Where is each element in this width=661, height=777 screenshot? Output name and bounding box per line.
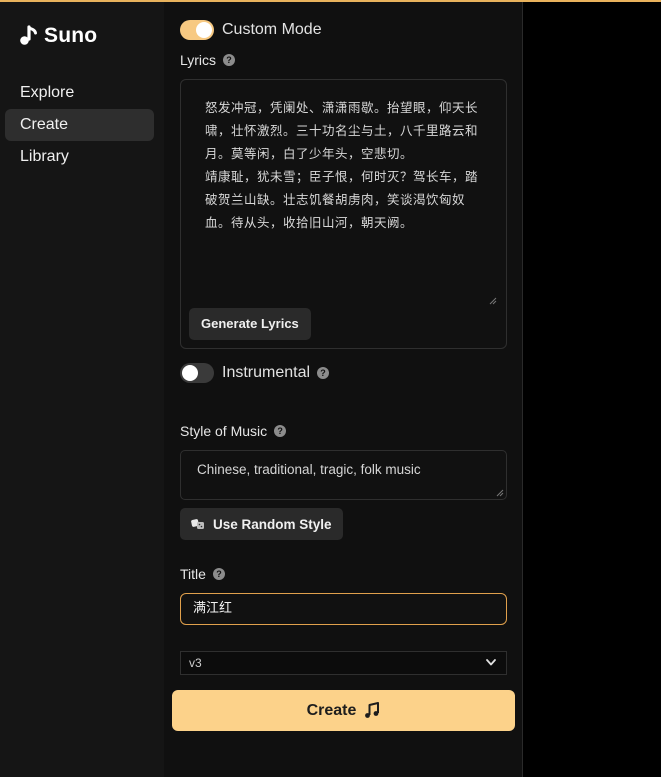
lyrics-text[interactable]: 怒发冲冠，凭阑处、潇潇雨歇。抬望眼，仰天长啸，壮怀激烈。三十功名尘与土，八千里路… xyxy=(205,96,481,234)
model-version-select[interactable]: v3 xyxy=(180,651,507,675)
toggle-knob xyxy=(196,22,212,38)
brand-name: Suno xyxy=(44,24,98,47)
help-icon[interactable]: ? xyxy=(212,568,225,580)
sidebar-item-library[interactable]: Library xyxy=(5,141,154,173)
suno-logo-icon xyxy=(20,25,37,45)
create-button-label: Create xyxy=(306,701,357,719)
custom-mode-toggle[interactable] xyxy=(180,20,214,40)
use-random-style-button[interactable]: Use Random Style xyxy=(180,508,343,540)
resize-handle-icon[interactable] xyxy=(496,489,504,497)
model-version-value: v3 xyxy=(189,656,202,670)
resize-handle-icon[interactable] xyxy=(489,297,497,305)
create-button[interactable]: Create xyxy=(172,690,515,731)
sidebar-item-explore[interactable]: Explore xyxy=(5,77,154,109)
use-random-style-label: Use Random Style xyxy=(213,516,332,532)
sidebar-nav: Explore Create Library xyxy=(5,77,154,173)
lyrics-textarea[interactable]: 怒发冲冠，凭阑处、潇潇雨歇。抬望眼，仰天长啸，壮怀激烈。三十功名尘与土，八千里路… xyxy=(180,79,507,349)
dice-icon xyxy=(191,519,204,529)
help-icon[interactable]: ? xyxy=(317,367,330,379)
help-icon[interactable]: ? xyxy=(274,425,287,437)
title-input[interactable]: 满江红 xyxy=(180,593,507,625)
help-icon[interactable]: ? xyxy=(223,54,236,66)
generate-lyrics-button[interactable]: Generate Lyrics xyxy=(189,308,311,340)
style-label-wrap: Style of Music ? xyxy=(180,423,287,439)
instrumental-label-wrap: Instrumental ? xyxy=(222,364,330,382)
style-input-value[interactable]: Chinese, traditional, tragic, folk music xyxy=(197,462,421,477)
lyrics-label: Lyrics xyxy=(180,52,217,68)
custom-mode-label-wrap: Custom Mode xyxy=(222,21,322,39)
sidebar: Suno Explore Create Library xyxy=(0,2,164,777)
title-label: Title xyxy=(180,566,206,582)
instrumental-label: Instrumental xyxy=(222,364,311,381)
panel-divider xyxy=(522,2,523,777)
style-label: Style of Music xyxy=(180,423,268,439)
custom-mode-label: Custom Mode xyxy=(222,21,322,38)
style-input[interactable]: Chinese, traditional, tragic, folk music xyxy=(180,450,507,500)
logo[interactable]: Suno xyxy=(18,24,97,48)
chevron-down-icon xyxy=(486,659,496,666)
toggle-knob xyxy=(182,365,198,381)
music-note-icon xyxy=(365,702,380,718)
lyrics-label-wrap: Lyrics ? xyxy=(180,52,236,68)
instrumental-toggle[interactable] xyxy=(180,363,214,383)
sidebar-item-create[interactable]: Create xyxy=(5,109,154,141)
title-label-wrap: Title ? xyxy=(180,566,225,582)
